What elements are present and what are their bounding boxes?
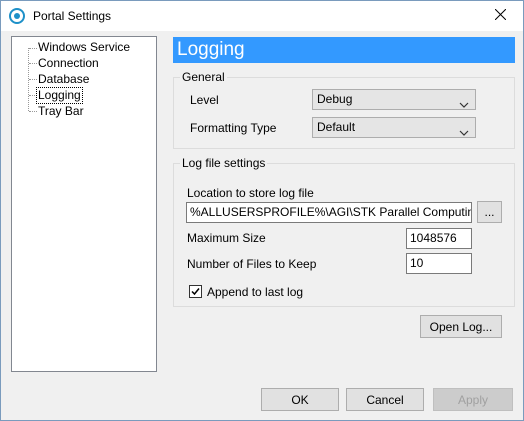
cancel-button[interactable]: Cancel [346, 388, 424, 411]
tree-connector [29, 63, 37, 64]
formatting-type-dropdown[interactable]: Default [312, 117, 476, 138]
open-log-button[interactable]: Open Log... [420, 315, 502, 338]
location-label: Location to store log file [187, 186, 314, 200]
level-label: Level [190, 93, 219, 107]
level-dropdown[interactable]: Debug [312, 89, 476, 110]
settings-tree[interactable]: Windows Service Connection Database Logg… [11, 36, 157, 372]
dialog-footer: OK Cancel Apply [1, 381, 523, 420]
maximum-size-label: Maximum Size [187, 231, 266, 245]
close-button[interactable] [477, 1, 523, 31]
formatting-type-label: Formatting Type [190, 121, 277, 135]
ok-button[interactable]: OK [261, 388, 339, 411]
append-checkbox[interactable] [189, 285, 202, 298]
chevron-down-icon [459, 124, 469, 136]
tree-item-logging[interactable]: Logging [36, 87, 83, 104]
panel-header: Logging [173, 37, 515, 63]
log-file-settings-group: Log file settings Location to store log … [173, 156, 515, 307]
browse-button[interactable]: ... [477, 201, 502, 223]
panel-title: Logging [177, 39, 245, 60]
close-icon [494, 8, 506, 23]
app-icon [9, 8, 25, 24]
general-group: General Level Debug Formatting Type Defa… [173, 70, 515, 149]
title-bar: Portal Settings [1, 1, 523, 31]
files-to-keep-input[interactable]: 10 [406, 253, 472, 274]
append-label[interactable]: Append to last log [207, 285, 303, 299]
log-file-settings-title: Log file settings [180, 156, 268, 170]
window-title: Portal Settings [33, 9, 112, 23]
tree-item-connection[interactable]: Connection [38, 56, 99, 71]
location-input[interactable]: %ALLUSERSPROFILE%\AGI\STK Parallel Compu… [186, 202, 472, 223]
formatting-type-value: Default [317, 120, 356, 134]
apply-button[interactable]: Apply [433, 388, 513, 411]
maximum-size-input[interactable]: 1048576 [406, 228, 472, 249]
tree-connector [29, 111, 37, 112]
tree-connector [29, 48, 37, 49]
settings-window: Portal Settings Windows Service Connecti… [0, 0, 524, 421]
tree-item-database[interactable]: Database [38, 72, 89, 87]
tree-item-windows-service[interactable]: Windows Service [38, 40, 130, 55]
tree-item-tray-bar[interactable]: Tray Bar [38, 104, 84, 119]
general-group-title: General [180, 70, 227, 84]
checkmark-icon [191, 288, 200, 296]
chevron-down-icon [459, 96, 469, 108]
level-value: Debug [317, 92, 353, 106]
tree-connector [29, 95, 37, 96]
files-to-keep-label: Number of Files to Keep [187, 257, 317, 271]
tree-connector [29, 79, 37, 80]
